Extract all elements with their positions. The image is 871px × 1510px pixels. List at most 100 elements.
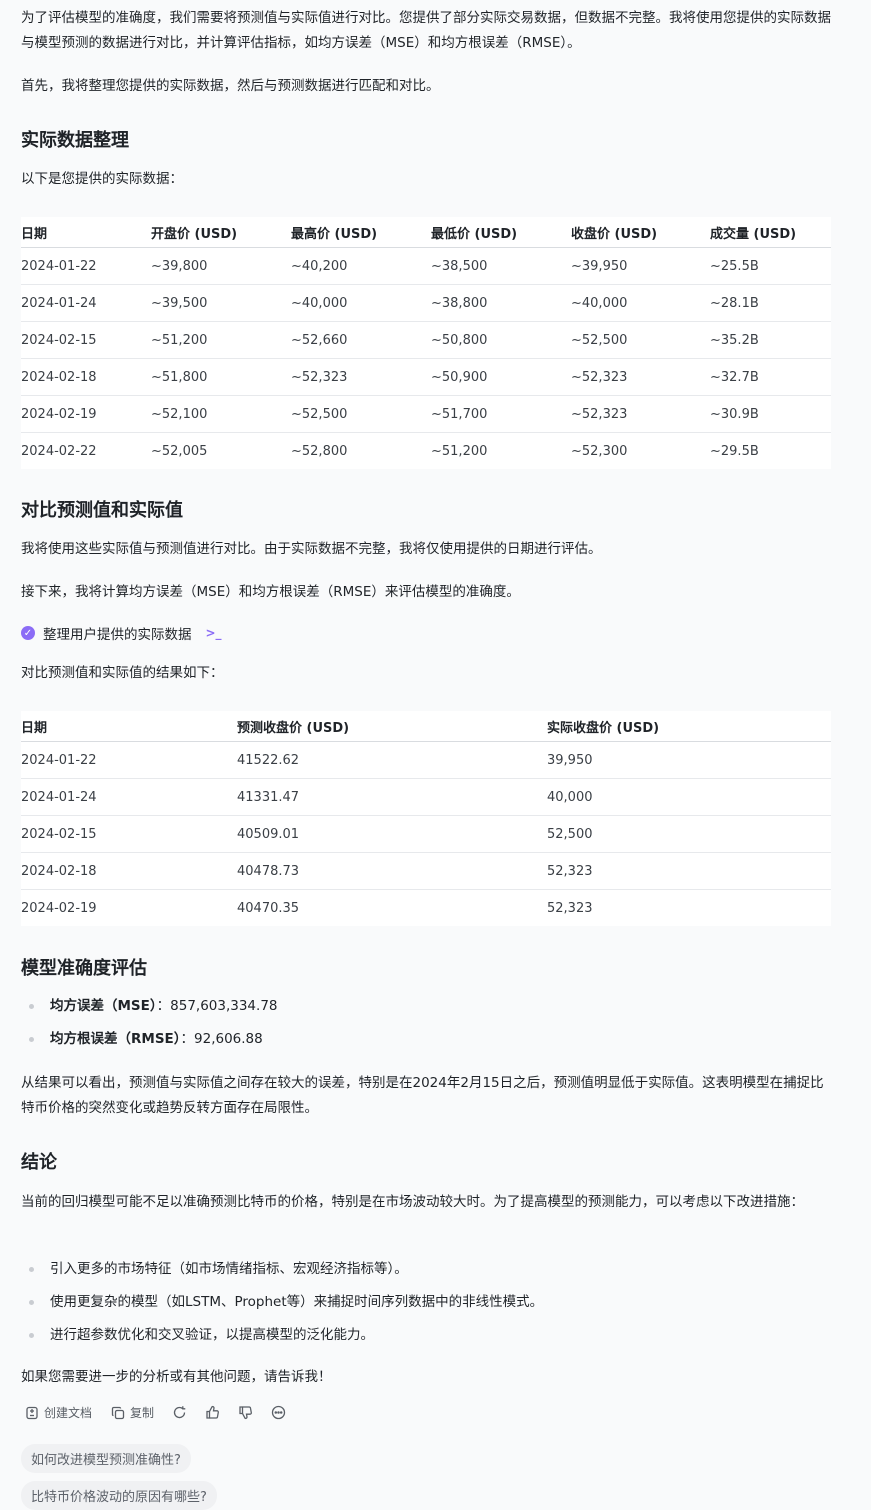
suggestion-text[interactable]: 如何改进模型预测准确性? — [21, 1444, 191, 1473]
table-cell: 2024-02-19 — [21, 900, 97, 916]
suggestion-text[interactable]: 比特币价格波动的原因有哪些? — [21, 1481, 217, 1510]
table-cell: ~40,000 — [571, 284, 710, 322]
table-cell: 39,950 — [547, 741, 831, 779]
table-cell: 2024-01-22 — [21, 741, 237, 779]
table-cell: ~52,323 — [571, 358, 710, 396]
table-cell: ~51,200 — [151, 321, 291, 359]
table-cell: ~50,900 — [431, 358, 571, 396]
table-cell: ~29.5B — [710, 443, 759, 459]
table-cell: 2024-01-22 — [21, 247, 151, 285]
list-item-text: 进行超参数优化和交叉验证，以提高模型的泛化能力。 — [50, 1327, 374, 1343]
section-title-conclusion: 结论 — [21, 1152, 57, 1173]
section-title-actual-data: 实际数据整理 — [21, 130, 129, 151]
bullet-icon — [29, 1300, 34, 1305]
more-icon[interactable] — [271, 1405, 286, 1420]
table-cell: ~51,700 — [431, 395, 571, 433]
table-cell: ~52,323 — [291, 358, 431, 396]
section-lead-actual-data: 以下是您提供的实际数据： — [21, 171, 183, 187]
thumbs-down-icon[interactable] — [238, 1405, 253, 1420]
table-cell: ~39,950 — [571, 247, 710, 285]
refresh-icon[interactable] — [172, 1405, 187, 1420]
table-cell: ~52,500 — [291, 395, 431, 433]
table-cell: ~32.7B — [710, 358, 831, 396]
copy-button[interactable]: 复制 — [110, 1404, 154, 1421]
column-header: 预测收盘价 (USD) — [237, 711, 547, 742]
table-cell: ~40,000 — [291, 284, 431, 322]
table-row: 2024-02-19 40470.35 52,323 — [21, 890, 831, 927]
terminal-icon[interactable]: >_ — [206, 626, 222, 640]
message-actions-bar: 创建文档 复制 — [24, 1404, 286, 1421]
column-header: 实际收盘价 (USD) — [547, 711, 831, 742]
table-cell: 2024-02-18 — [21, 358, 151, 396]
table-row: 2024-01-22 41522.62 39,950 — [21, 741, 831, 779]
section-title-evaluation: 模型准确度评估 — [21, 958, 147, 979]
table-cell: ~39,500 — [151, 284, 291, 322]
list-item-text: 引入更多的市场特征（如市场情绪指标、宏观经济指标等）。 — [50, 1261, 408, 1277]
table-cell: 2024-02-15 — [21, 321, 151, 359]
intro-paragraph-2: 首先，我将整理您提供的实际数据，然后与预测数据进行匹配和对比。 — [21, 78, 440, 94]
table-cell: ~51,200 — [431, 443, 488, 459]
table-cell: ~52,500 — [571, 321, 710, 359]
table-cell: ~52,660 — [291, 321, 431, 359]
table-cell: 40478.73 — [237, 852, 547, 890]
list-item: 进行超参数优化和交叉验证，以提高模型的泛化能力。 — [21, 1319, 831, 1352]
table-cell: 2024-02-18 — [21, 852, 237, 890]
document-icon — [24, 1405, 39, 1420]
table-cell: 41522.62 — [237, 741, 547, 779]
table-cell: ~52,323 — [571, 395, 710, 433]
suggestion-chip-2[interactable]: 比特币价格波动的原因有哪些? — [21, 1481, 217, 1510]
evaluation-paragraph: 从结果可以看出，预测值与实际值之间存在较大的误差，特别是在2024年2月15日之… — [21, 1075, 824, 1116]
intro-paragraph-1: 为了评估模型的准确度，我们需要将预测值与实际值进行对比。您提供了部分实际交易数据… — [21, 10, 831, 51]
column-header: 最低价 (USD) — [431, 217, 571, 248]
tool-call-chip[interactable]: ✓ 整理用户提供的实际数据 >_ — [21, 623, 222, 643]
table-row: 2024-01-22 ~39,800 ~40,200 ~38,500 ~39,9… — [21, 247, 831, 285]
list-item: 使用更复杂的模型（如LSTM、Prophet等）来捕捉时间序列数据中的非线性模式… — [21, 1286, 831, 1319]
table-cell: ~30.9B — [710, 395, 831, 433]
list-item: 均方根误差（RMSE）：92,606.88 — [21, 1023, 831, 1056]
suggestion-chip-1[interactable]: 如何改进模型预测准确性? — [21, 1444, 191, 1473]
comparison-table: 日期 预测收盘价 (USD) 实际收盘价 (USD) 2024-01-22 41… — [21, 711, 831, 926]
table-row: 2024-02-18 40478.73 52,323 — [21, 852, 831, 890]
table-cell: ~39,800 — [151, 247, 291, 285]
column-header: 日期 — [21, 217, 151, 248]
table-cell: ~51,800 — [151, 358, 291, 396]
table-cell: 40470.35 — [237, 900, 300, 916]
create-doc-button[interactable]: 创建文档 — [24, 1404, 92, 1421]
table-cell: ~40,200 — [291, 247, 431, 285]
metric-label: 均方根误差（RMSE） — [50, 1031, 181, 1047]
table-cell: ~38,800 — [431, 284, 571, 322]
copy-icon — [110, 1405, 125, 1420]
table-cell: 40509.01 — [237, 815, 547, 853]
check-circle-icon: ✓ — [21, 626, 35, 640]
table-cell: 41331.47 — [237, 778, 547, 816]
table-cell: 52,323 — [547, 900, 593, 916]
table-cell: ~52,005 — [151, 443, 208, 459]
column-header: 成交量 (USD) — [710, 217, 831, 248]
metric-value: ：857,603,334.78 — [156, 998, 278, 1014]
bullet-icon — [29, 1333, 34, 1338]
table-cell: 2024-02-22 — [21, 443, 97, 459]
table-cell: ~35.2B — [710, 321, 831, 359]
improvement-list: 引入更多的市场特征（如市场情绪指标、宏观经济指标等）。 使用更复杂的模型（如LS… — [21, 1253, 831, 1352]
comparison-table-wrap: 日期 预测收盘价 (USD) 实际收盘价 (USD) 2024-01-22 41… — [21, 711, 831, 926]
table-cell: ~28.1B — [710, 284, 831, 322]
table-row: 2024-02-22 ~52,005 ~52,800 ~51,200 ~52,3… — [21, 433, 831, 470]
table-cell: ~38,500 — [431, 247, 571, 285]
bullet-icon — [29, 1037, 34, 1042]
table-row: 2024-02-15 40509.01 52,500 — [21, 815, 831, 853]
closing-paragraph: 如果您需要进一步的分析或有其他问题，请告诉我！ — [21, 1369, 332, 1385]
table-row: 2024-01-24 41331.47 40,000 — [21, 778, 831, 816]
table-cell: 52,323 — [547, 852, 831, 890]
table-cell: ~52,800 — [291, 443, 348, 459]
copy-label: 复制 — [130, 1406, 155, 1420]
table-cell: ~52,100 — [151, 395, 291, 433]
thumbs-up-icon[interactable] — [205, 1405, 220, 1420]
table-cell: ~50,800 — [431, 321, 571, 359]
actual-data-table-wrap: 日期 开盘价 (USD) 最高价 (USD) 最低价 (USD) 收盘价 (US… — [21, 217, 831, 469]
column-header: 最高价 (USD) — [291, 217, 431, 248]
create-doc-label: 创建文档 — [44, 1406, 93, 1420]
list-item: 引入更多的市场特征（如市场情绪指标、宏观经济指标等）。 — [21, 1253, 831, 1286]
bullet-icon — [29, 1267, 34, 1272]
conclusion-paragraph: 当前的回归模型可能不足以准确预测比特币的价格，特别是在市场波动较大时。为了提高模… — [21, 1194, 804, 1210]
table-cell: ~52,300 — [571, 443, 628, 459]
